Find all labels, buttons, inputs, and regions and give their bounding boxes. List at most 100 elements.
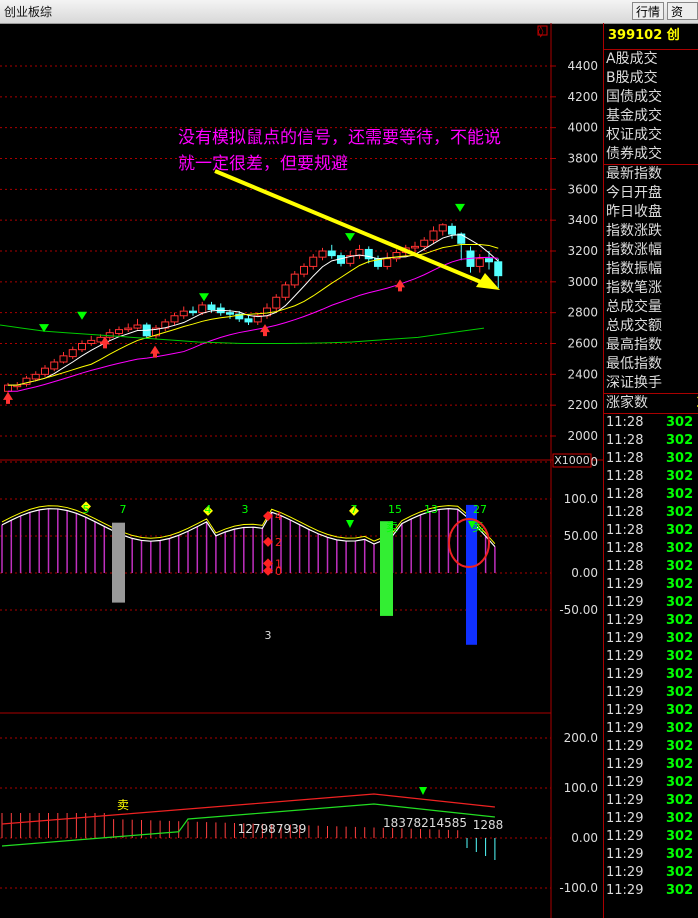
tick-time: 11:29 [606,829,644,844]
tick-row: 11:28 302 [604,522,698,540]
ind1-count-label: 5 [83,503,90,516]
ind1-count-label: 7 [120,503,127,516]
index-code: 399102 创 [604,23,698,50]
tick-row: 11:28 302 [604,432,698,450]
tick-time: 11:29 [606,703,644,718]
price-tick-label: 3200 [567,244,598,258]
tick-value: 302 [666,541,694,556]
stat-label-5: 指数振幅 [606,261,662,277]
ind1-count-label: 27 [473,503,487,516]
ind2-value-label: 18378214585 [383,816,467,830]
candle-down [457,233,466,244]
window-title: 创业板综 [4,5,53,19]
stat-label-4: 指数涨幅 [606,242,662,258]
stat-label-0: 最新指数 [606,166,662,182]
index-stats-group: 最新指数 今日开盘 昨日收盘 指数涨跌 指数涨幅 指数振幅 指数笔涨 总成交量 总成交额 最高指数… [604,165,698,394]
tick-row: 11:28 302 [604,468,698,486]
tick-value: 302 [666,775,694,790]
tick-time: 11:28 [606,469,644,484]
rise-count-label: 涨家数 [606,395,648,411]
tick-value: 302 [666,451,694,466]
annotation-arrow-shaft [214,169,489,287]
tick-time: 11:29 [606,847,644,862]
ind2-tick-label: 100.0 [564,781,598,795]
candle-down [494,261,503,277]
tick-row: 11:29 302 [604,576,698,594]
tick-row: 11:29 302 [604,882,698,900]
tick-value: 302 [666,685,694,700]
ind1-diamond-label: 4 [275,510,282,523]
candle-up [198,304,207,314]
candle-down [244,318,253,323]
tick-value: 302 [666,757,694,772]
price-tick-label: 2400 [567,367,598,381]
tick-time: 11:28 [606,559,644,574]
ind2-sell-label: 卖 [117,798,129,812]
ma60-line [0,324,485,344]
tick-value: 302 [666,739,694,754]
candle-up [411,245,419,249]
tick-row: 11:29 302 [604,828,698,846]
candle-up [105,332,114,338]
tick-row: 11:29 302 [604,846,698,864]
ind2-tick-label: 200.0 [564,731,598,745]
tick-time: 11:29 [606,739,644,754]
candle-up [272,296,281,309]
volume-label-1: B股成交 [606,70,658,86]
tick-time: 11:28 [606,415,644,430]
price-tick-label: 4400 [567,59,598,73]
tick-value: 302 [666,523,694,538]
stat-label-7: 总成交量 [606,299,662,315]
ind1-count-label: 15 [388,503,402,516]
stat-label-9: 最高指数 [606,337,662,353]
tick-value: 302 [666,433,694,448]
ind1-count-label: 7 [351,503,358,516]
kline-chart-area[interactable]: 4400 4200 4000 3800 3600 3400 3200 3000 2800 2600… [0,23,603,918]
price-tick-label: 3800 [567,152,598,166]
candle-up [4,384,12,392]
ind1-count-label: 3 [265,629,272,642]
tick-value: 302 [666,667,694,682]
tick-row: 11:29 302 [604,810,698,828]
tick-row: 11:28 302 [604,450,698,468]
tick-time: 11:28 [606,451,644,466]
tick-row: 11:29 302 [604,864,698,882]
candle-up [429,230,438,241]
tick-row: 11:29 302 [604,792,698,810]
volume-label-0: A股成交 [606,51,658,67]
price-tick-label: 4200 [567,90,598,104]
tick-value: 302 [666,505,694,520]
candle-down [327,250,336,257]
buy-signal-arrow [345,233,355,242]
news-button[interactable]: 资讯 [667,2,698,37]
tick-time: 11:29 [606,811,644,826]
tick-row: 11:29 302 [604,612,698,630]
candle-up [87,339,96,344]
price-tick-label: 3000 [567,275,598,289]
candle-down [189,310,197,314]
tick-time: 11:29 [606,883,644,898]
tick-value: 302 [666,559,694,574]
tick-time: 11:29 [606,613,644,628]
tick-row: 11:29 302 [604,666,698,684]
ind2-value-label: 1288 [473,818,504,832]
ind2-tick-label: -100.0 [559,881,598,895]
candle-up [179,310,188,317]
buy-signal-arrow [455,203,465,212]
x-scale-label: X1000 [554,454,590,467]
ma20-line [8,256,499,392]
price-tick-label: 2200 [567,398,598,412]
quote-button[interactable]: 行情 [632,2,665,20]
candle-up [59,355,68,363]
ind2-value-label: 127987939 [238,822,307,836]
tick-value: 302 [666,793,694,808]
volume-label-2: 国债成交 [606,89,662,105]
stat-label-1: 今日开盘 [606,185,662,201]
price-tick-label: 3600 [567,182,598,196]
tick-row: 11:29 302 [604,594,698,612]
ind1-tick-label: 100.0 [564,492,598,506]
candle-up [78,343,86,351]
tick-time: 11:28 [606,487,644,502]
tick-value: 302 [666,847,694,862]
tick-list[interactable]: 11:28 302 11:28 302 11:28 302 11:28 302 11:28 302… [604,414,698,900]
